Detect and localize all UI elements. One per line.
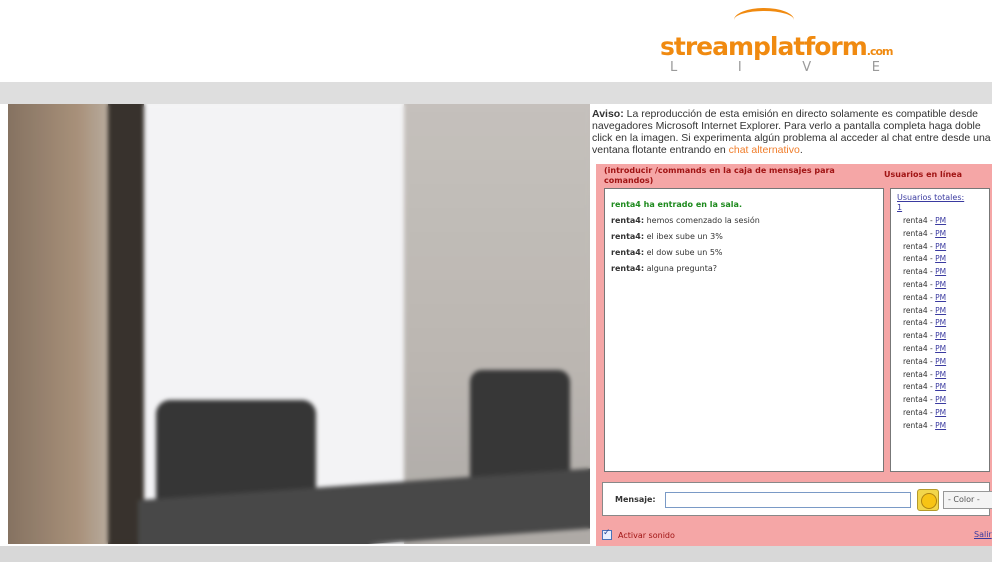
top-bar	[0, 82, 992, 104]
smiley-icon[interactable]	[917, 489, 939, 511]
message-bar: Mensaje: - Color -	[602, 482, 992, 516]
user-name: renta4	[903, 267, 928, 277]
pm-link[interactable]: PM	[935, 280, 946, 289]
notice-label: Aviso:	[592, 108, 624, 120]
exit-link[interactable]: Salir	[974, 530, 992, 539]
logo-text: streamplatform.com	[660, 32, 893, 61]
pm-link[interactable]: PM	[935, 216, 946, 225]
bottom-bar	[0, 546, 992, 562]
online-users-title: Usuarios en línea	[884, 170, 962, 179]
online-user-row: renta4 - PM	[903, 356, 947, 366]
online-user-row: renta4 - PM	[903, 382, 947, 392]
logo-live-text: L I V E	[670, 60, 880, 75]
streamplatform-logo[interactable]: streamplatform.com L I V E	[660, 8, 900, 78]
sound-label: Activar sonido	[618, 530, 675, 540]
user-name: renta4	[903, 331, 928, 341]
online-user-row: renta4 - PM	[903, 254, 947, 264]
alternative-chat-link[interactable]: chat alternativo	[729, 144, 800, 156]
page: streamplatform.com L I V E Aviso: La rep…	[0, 0, 992, 562]
chat-message: renta4: el dow sube un 5%	[611, 248, 723, 257]
pm-link[interactable]: PM	[935, 229, 946, 238]
sound-checkbox[interactable]	[602, 528, 612, 540]
user-name: renta4	[903, 343, 928, 353]
pm-link[interactable]: PM	[935, 344, 946, 353]
pm-link[interactable]: PM	[935, 293, 946, 302]
join-message: renta4 ha entrado en la sala.	[611, 200, 742, 209]
online-user-row: renta4 - PM	[903, 241, 947, 251]
online-user-row: renta4 - PM	[903, 279, 947, 289]
user-name: renta4	[903, 254, 928, 264]
online-user-row: renta4 - PM	[903, 216, 947, 225]
user-name: renta4	[903, 216, 928, 225]
online-user-row: renta4 - PM	[903, 267, 947, 277]
chat-message: renta4: hemos comenzado la sesión	[611, 216, 760, 225]
online-user-row: renta4 - PM	[903, 305, 947, 315]
user-name: renta4	[903, 395, 928, 405]
sound-toggle[interactable]: Activar sonido	[602, 528, 675, 540]
chat-commands-hint: (introducir /commands en la caja de mens…	[604, 166, 835, 185]
pm-link[interactable]: PM	[935, 408, 946, 417]
color-select[interactable]: - Color -	[943, 491, 992, 509]
online-user-row: renta4 - PM	[903, 228, 947, 238]
pm-link[interactable]: PM	[935, 370, 946, 379]
user-name: renta4	[903, 369, 928, 379]
pm-link[interactable]: PM	[935, 395, 946, 404]
online-user-row: renta4 - PM	[903, 395, 947, 405]
chat-message: renta4: alguna pregunta?	[611, 264, 718, 273]
online-users-list[interactable]: Usuarios totales: 1 renta4 - PM renta4 - P…	[890, 188, 990, 472]
message-label: Mensaje:	[615, 495, 656, 504]
user-name: renta4	[903, 305, 928, 315]
pm-link[interactable]: PM	[935, 421, 946, 430]
online-user-row: renta4 - PM	[903, 343, 947, 353]
user-name: renta4	[903, 420, 928, 430]
chat-panel: (introducir /commands en la caja de mens…	[596, 164, 992, 546]
user-name: renta4	[903, 407, 928, 417]
online-user-row: renta4 - PM	[903, 331, 947, 341]
online-user-row: renta4 - PM	[903, 369, 947, 379]
pm-link[interactable]: PM	[935, 242, 946, 251]
chat-message: renta4: el ibex sube un 3%	[611, 232, 723, 241]
user-name: renta4	[903, 241, 928, 251]
pm-link[interactable]: PM	[935, 382, 946, 391]
users-total[interactable]: Usuarios totales: 1	[897, 193, 983, 213]
user-name: renta4	[903, 279, 928, 289]
message-input[interactable]	[665, 492, 911, 508]
user-name: renta4	[903, 292, 928, 302]
pm-link[interactable]: PM	[935, 267, 946, 276]
video-player[interactable]	[8, 104, 590, 544]
browser-notice: Aviso: La reproducción de esta emisión e…	[592, 108, 991, 156]
chat-messages[interactable]: renta4 ha entrado en la sala. renta4: he…	[604, 188, 884, 472]
logo-arc-icon	[734, 8, 794, 32]
user-name: renta4	[903, 228, 928, 238]
online-user-row: renta4 - PM	[903, 407, 947, 417]
user-name: renta4	[903, 382, 928, 392]
pm-link[interactable]: PM	[935, 306, 946, 315]
online-user-row: renta4 - PM	[903, 318, 947, 328]
user-name: renta4	[903, 318, 928, 328]
online-user-row: renta4 - PM	[903, 292, 947, 302]
pm-link[interactable]: PM	[935, 331, 946, 340]
pm-link[interactable]: PM	[935, 254, 946, 263]
online-user-row: renta4 - PM	[903, 420, 947, 430]
pm-link[interactable]: PM	[935, 357, 946, 366]
user-name: renta4	[903, 356, 928, 366]
pm-link[interactable]: PM	[935, 318, 946, 327]
